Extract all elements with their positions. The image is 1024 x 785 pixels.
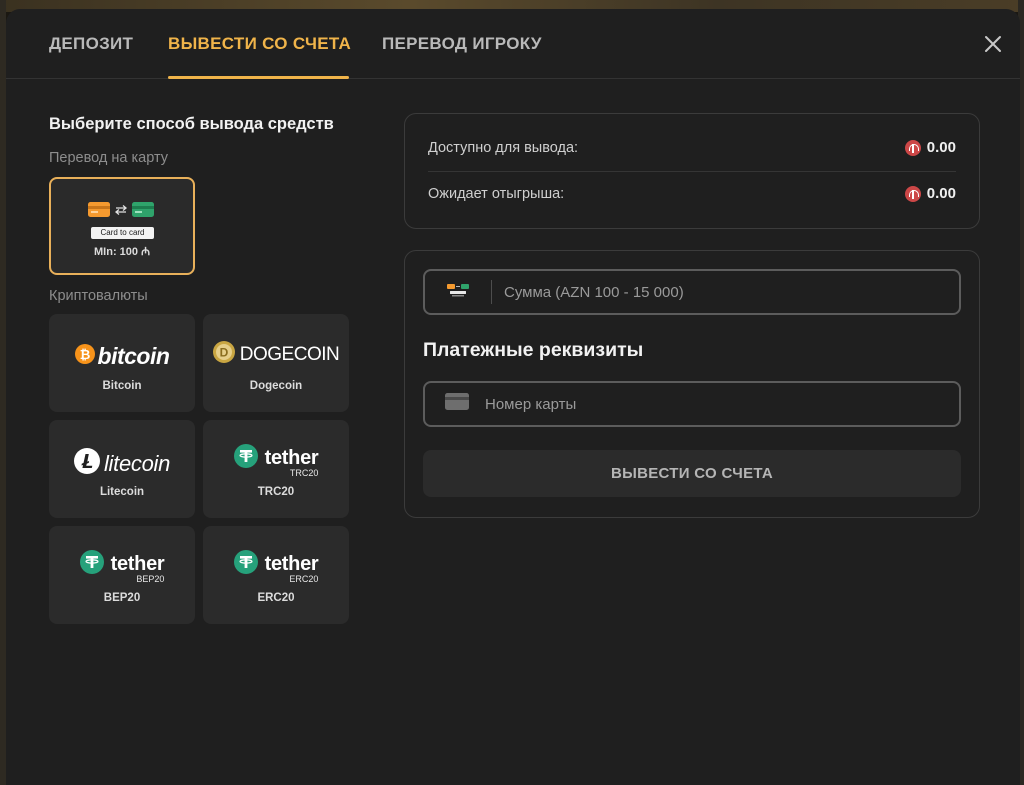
amount-placeholder: Сумма (AZN 100 - 15 000): [504, 283, 684, 301]
card-icon: [445, 393, 469, 415]
tether-network-sub: BEP20: [136, 574, 165, 584]
dogecoin-icon: D: [212, 341, 235, 368]
tether-logo-text: tether: [110, 553, 165, 575]
card-number-input[interactable]: Номер карты: [423, 381, 961, 427]
bitcoin-logo-text: bitcoin: [97, 343, 170, 369]
wager-value: 0.00: [926, 185, 956, 202]
crypto-group-label: Криптовалюты: [49, 288, 148, 304]
crypto-option-tether-trc20[interactable]: tether TRC20 TRC20: [203, 420, 349, 518]
crypto-option-litecoin[interactable]: litecoin Litecoin: [49, 420, 195, 518]
tether-icon: [233, 550, 258, 579]
tether-network-sub: ERC20: [289, 574, 319, 584]
withdraw-modal: ДЕПОЗИТ ВЫВЕСТИ СО СЧЕТА ПЕРЕВОД ИГРОКУ …: [6, 9, 1020, 785]
svg-text:₿: ₿: [79, 347, 90, 362]
tab-bar: ДЕПОЗИТ ВЫВЕСТИ СО СЧЕТА ПЕРЕВОД ИГРОКУ: [6, 9, 1020, 79]
card-to-card-option[interactable]: Card to card MIn: 100 ₼: [49, 177, 195, 275]
crypto-name-trc20: TRC20: [257, 486, 295, 498]
tab-transfer-to-player[interactable]: ПЕРЕВОД ИГРОКУ: [382, 34, 542, 54]
withdraw-submit-button[interactable]: ВЫВЕСТИ СО СЧЕТА: [423, 450, 961, 497]
card-number-placeholder: Номер карты: [485, 395, 577, 413]
tether-network-sub: TRC20: [289, 468, 319, 478]
available-value: 0.00: [926, 139, 956, 156]
litecoin-icon: [73, 448, 100, 479]
tether-icon: [79, 550, 104, 579]
active-tab-indicator: [168, 76, 349, 79]
card-group-label: Перевод на карту: [49, 150, 169, 166]
balance-divider: [428, 171, 956, 172]
payment-details-heading: Платежные реквизиты: [423, 339, 644, 361]
litecoin-logo-text: litecoin: [103, 450, 171, 476]
crypto-option-bitcoin[interactable]: ₿ bitcoin Bitcoin: [49, 314, 195, 412]
currency-coin-icon: [904, 139, 921, 156]
card-to-card-min: MIn: 100 ₼: [94, 246, 150, 258]
methods-title: Выберите способ вывода средств: [49, 115, 334, 133]
tether-logo-text: tether: [264, 447, 319, 469]
card-to-card-badge: Card to card: [91, 227, 154, 239]
crypto-name-litecoin: Litecoin: [99, 486, 145, 498]
dogecoin-logo-text: DOGECOIN: [239, 343, 340, 365]
svg-text:D: D: [219, 346, 228, 360]
available-label: Доступно для вывода:: [428, 140, 579, 156]
close-icon[interactable]: [982, 33, 1004, 55]
tab-withdraw[interactable]: ВЫВЕСТИ СО СЧЕТА: [168, 34, 351, 54]
input-separator: [491, 280, 492, 304]
crypto-option-tether-erc20[interactable]: tether ERC20 ERC20: [203, 526, 349, 624]
crypto-option-tether-bep20[interactable]: tether BEP20 BEP20: [49, 526, 195, 624]
card-transfer-icon: [88, 201, 156, 224]
wager-label: Ожидает отыгрыша:: [428, 186, 565, 202]
crypto-name-dogecoin: Dogecoin: [249, 380, 303, 392]
bitcoin-icon: ₿: [74, 344, 95, 369]
balance-panel: Доступно для вывода: 0.00 Ожидает отыгры…: [404, 113, 980, 229]
available-amount: 0.00: [904, 139, 956, 156]
wager-amount: 0.00: [904, 185, 956, 202]
tether-logo-text: tether: [264, 553, 319, 575]
currency-coin-icon: [904, 185, 921, 202]
card-transfer-icon: [447, 282, 469, 303]
crypto-name-bep20: BEP20: [103, 592, 141, 604]
tether-icon: [233, 444, 258, 473]
tab-deposit[interactable]: ДЕПОЗИТ: [49, 34, 133, 54]
withdraw-form-panel: Сумма (AZN 100 - 15 000) Платежные рекви…: [404, 250, 980, 518]
amount-input[interactable]: Сумма (AZN 100 - 15 000): [423, 269, 961, 315]
crypto-name-erc20: ERC20: [257, 592, 295, 604]
crypto-option-dogecoin[interactable]: D DOGECOIN Dogecoin: [203, 314, 349, 412]
crypto-name-bitcoin: Bitcoin: [102, 380, 142, 392]
